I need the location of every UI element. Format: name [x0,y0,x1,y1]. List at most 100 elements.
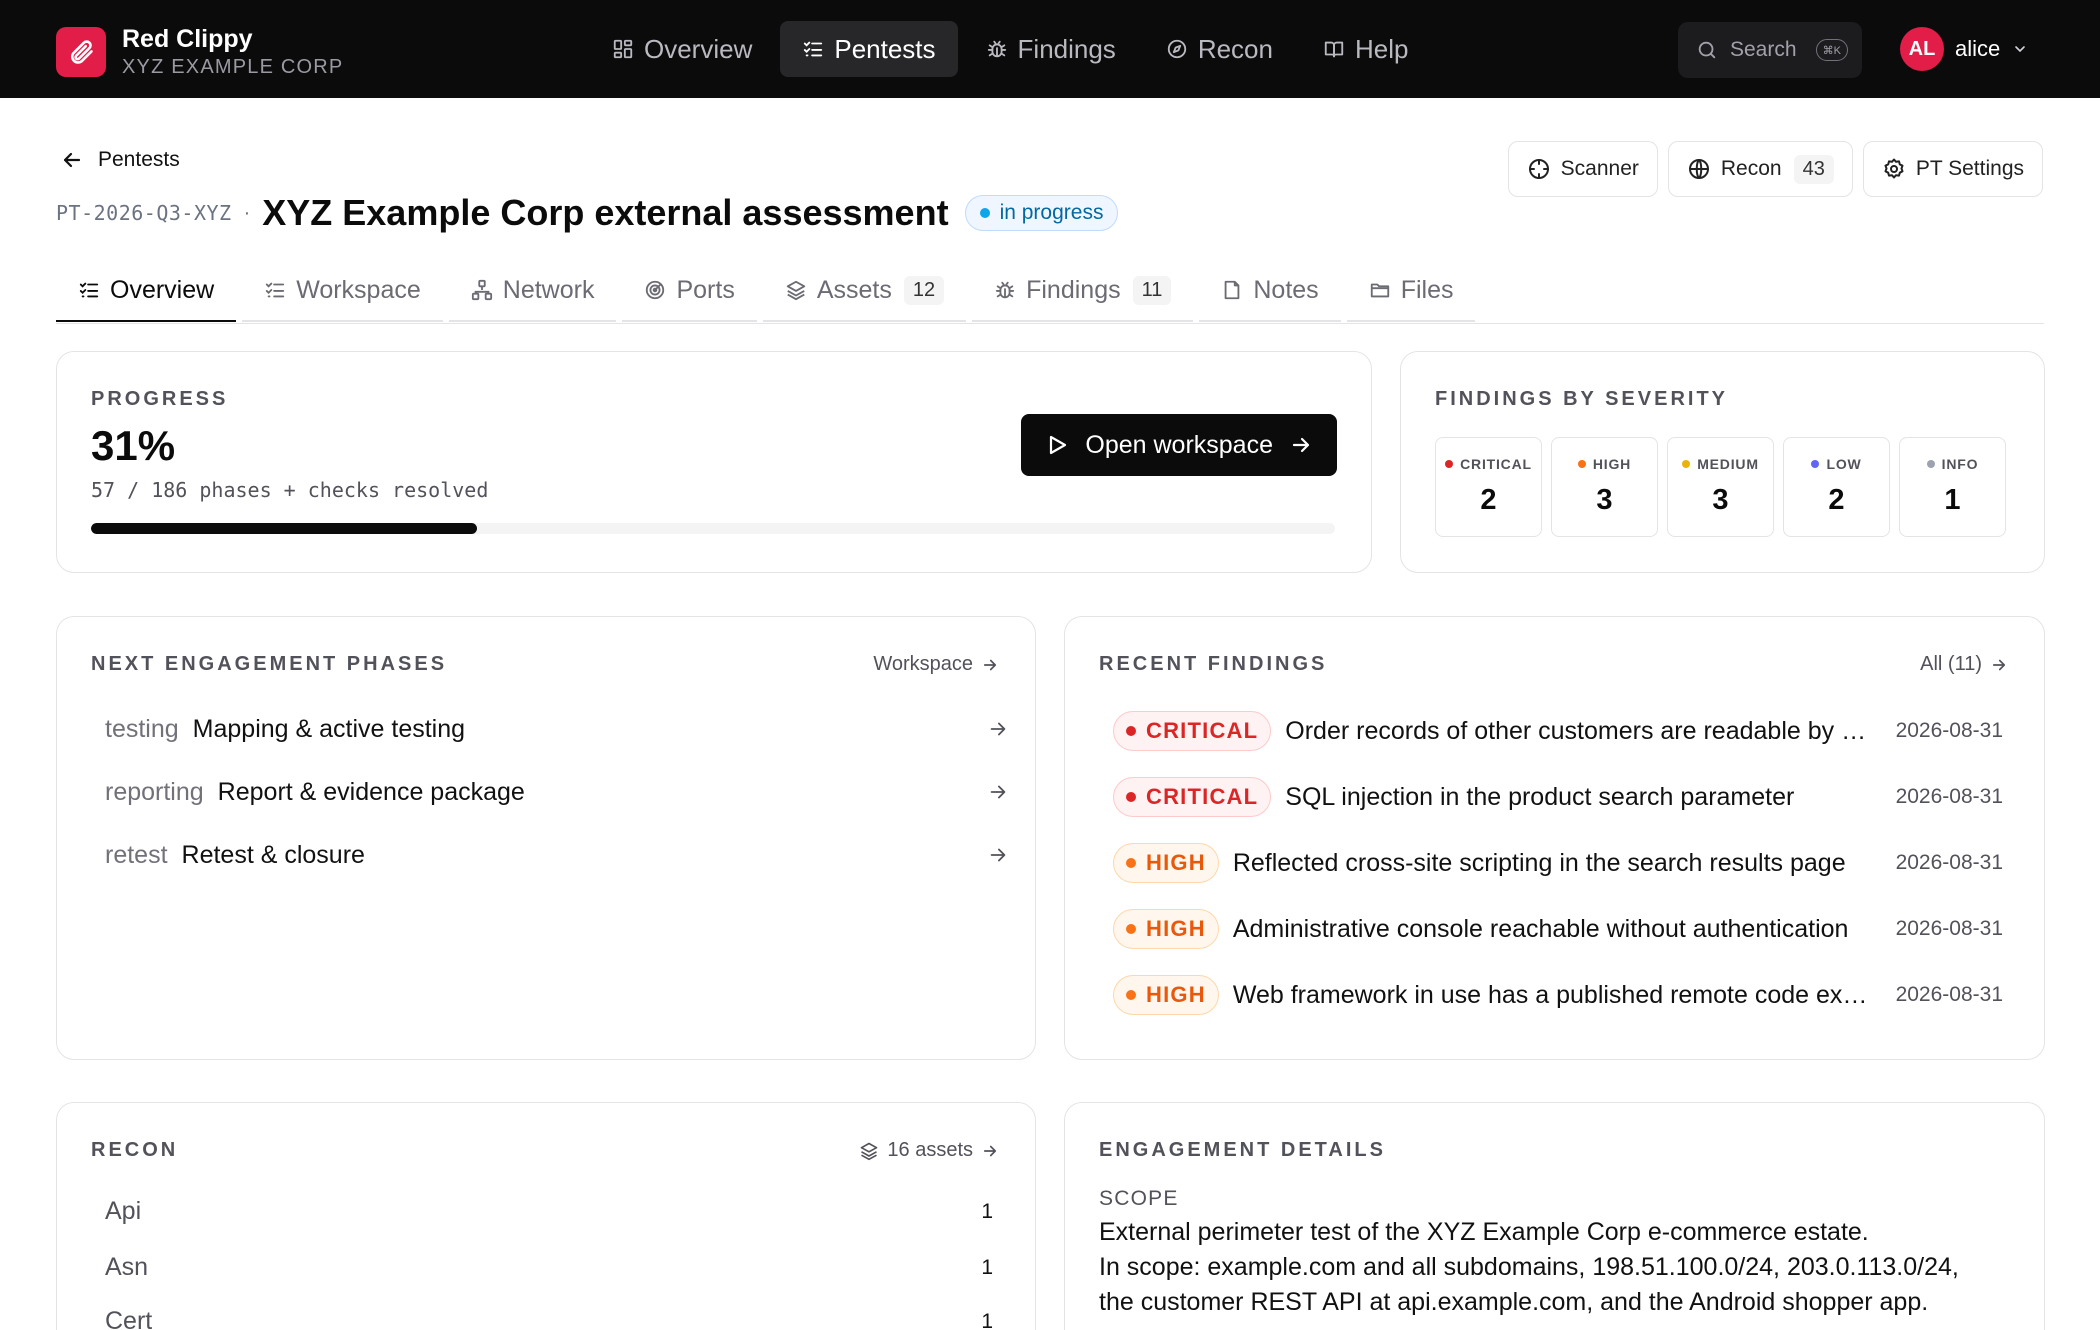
recon-count: 1 [981,1199,993,1223]
finding-date: 2026-08-31 [1895,917,2003,940]
severity-info[interactable]: INFO 1 [1899,437,2006,537]
search-label: Search [1730,38,1797,61]
finding-row[interactable]: HIGH Administrative console reachable wi… [1113,908,2003,950]
recon-row[interactable]: Asn 1 [105,1253,993,1282]
status-dot [979,208,990,218]
bug-icon [995,281,1015,299]
open-workspace-label: Open workspace [1085,430,1273,459]
finding-row[interactable]: HIGH Web framework in use has a publishe… [1113,974,2003,1016]
checklist-icon [266,282,285,298]
tab-ports[interactable]: Ports [622,260,757,322]
status-badge: in progress [964,195,1119,231]
severity-medium[interactable]: MEDIUM 3 [1667,437,1774,537]
severity-name: MEDIUM [1697,456,1759,472]
all-findings-link[interactable]: All (11) [1920,653,2008,676]
phase-row[interactable]: retest Retest & closure [105,835,1009,875]
bug-icon [987,40,1006,58]
nav-label: Overview [644,33,753,64]
severity-low[interactable]: LOW 2 [1783,437,1890,537]
pentest-id: PT-2026-Q3-XYZ [56,201,232,225]
scope-text: External perimeter test of the XYZ Examp… [1099,1215,1999,1320]
global-search[interactable]: Search ⌘K [1678,22,1862,78]
severity-dot [1577,460,1586,468]
user-menu[interactable]: AL alice [1900,27,2028,71]
severity-badge: CRITICAL [1113,777,1272,817]
settings-label: PT Settings [1915,157,2024,180]
severity-count: 2 [1480,484,1497,516]
severity-high[interactable]: HIGH 3 [1551,437,1658,537]
progress-summary: 57 / 186 phases + checks resolved [91,478,489,502]
engagement-details-card: ENGAGEMENT DETAILS SCOPE External perime… [1064,1102,2045,1330]
recon-row[interactable]: Cert 1 [105,1307,993,1330]
recon-row[interactable]: Api 1 [105,1197,993,1226]
recon-assets-link[interactable]: 16 assets [859,1139,999,1162]
recent-findings-card: RECENT FINDINGS All (11) CRITICAL Order … [1064,616,2045,1060]
nav-recon[interactable]: Recon [1144,21,1295,77]
finding-row[interactable]: CRITICAL SQL injection in the product se… [1113,776,2003,818]
tab-findings[interactable]: Findings 11 [972,260,1194,322]
recon-card: RECON 16 assets Api 1 Asn 1 Cert 1 [56,1102,1036,1330]
tab-label: Ports [676,275,735,304]
back-to-pentests-link[interactable]: Pentests [60,148,180,172]
recon-label: RECON [91,1139,179,1161]
severity-name: INFO [1941,456,1979,472]
tab-count: 12 [903,275,945,305]
note-icon [1225,280,1240,300]
pt-settings-button[interactable]: PT Settings [1862,141,2043,197]
nav-label: Help [1354,33,1409,64]
tab-assets[interactable]: Assets 12 [762,260,967,322]
finding-row[interactable]: HIGH Reflected cross-site scripting in t… [1113,842,2003,884]
gear-icon [1884,158,1904,179]
checklist-icon [79,282,99,298]
recon-count: 1 [981,1309,993,1330]
nav-help[interactable]: Help [1301,21,1430,77]
recon-button[interactable]: Recon 43 [1667,141,1853,197]
finding-title: Administrative console reachable without… [1232,914,1849,943]
finding-row[interactable]: CRITICAL Order records of other customer… [1113,710,2003,752]
recon-type: Api [105,1197,142,1225]
arrow-right-icon [983,1145,997,1156]
tab-workspace[interactable]: Workspace [242,260,443,322]
layers-icon [786,280,805,301]
workspace-link[interactable]: Workspace [873,653,999,676]
phase-row[interactable]: testing Mapping & active testing [105,709,1009,749]
severity-critical[interactable]: CRITICAL 2 [1435,437,1542,537]
severity-label: FINDINGS BY SEVERITY [1435,388,1729,410]
scope-line: In scope: example.com and all subdomains… [1099,1253,1959,1281]
nav-pentests[interactable]: Pentests [780,21,958,77]
search-shortcut: ⌘K [1815,39,1848,61]
progress-card: PROGRESS 31% 57 / 186 phases + checks re… [56,351,1372,573]
phase-key: testing [105,714,179,743]
severity-dot [1682,460,1691,468]
arrow-right-icon [990,722,1006,736]
severity-name: LOW [1826,456,1862,472]
tab-label: Assets [816,275,892,304]
search-icon [1698,41,1716,59]
severity-grid: CRITICAL 2 HIGH 3 MEDIUM 3 LOW 2 INFO 1 [1435,437,2015,537]
page-title-row: PT-2026-Q3-XYZ · XYZ Example Corp extern… [56,192,1119,234]
arrow-right-icon [1992,659,2006,670]
nav-findings[interactable]: Findings [964,21,1138,77]
arrow-right-icon [1292,437,1310,453]
tab-label: Notes [1253,275,1319,304]
open-workspace-button[interactable]: Open workspace [1021,414,1337,476]
network-icon [471,279,492,301]
phases-label: NEXT ENGAGEMENT PHASES [91,653,448,675]
scanner-button[interactable]: Scanner [1507,141,1658,197]
arrow-left-icon [63,152,81,168]
tab-network[interactable]: Network [448,260,617,322]
brand[interactable]: Red Clippy XYZ EXAMPLE CORP [56,24,343,80]
tab-overview[interactable]: Overview [56,260,237,322]
tab-files[interactable]: Files [1346,260,1476,322]
severity-badge-label: CRITICAL [1146,718,1259,743]
nav-overview[interactable]: Overview [590,21,774,77]
phase-name: Retest & closure [181,840,365,869]
severity-dot [1445,460,1454,468]
severity-badge-label: HIGH [1146,982,1206,1007]
phase-key: retest [105,840,168,869]
back-label: Pentests [98,148,180,171]
arrow-right-icon [983,659,997,670]
phase-row[interactable]: reporting Report & evidence package [105,772,1009,812]
tab-notes[interactable]: Notes [1199,260,1341,322]
grid-icon [613,39,633,59]
